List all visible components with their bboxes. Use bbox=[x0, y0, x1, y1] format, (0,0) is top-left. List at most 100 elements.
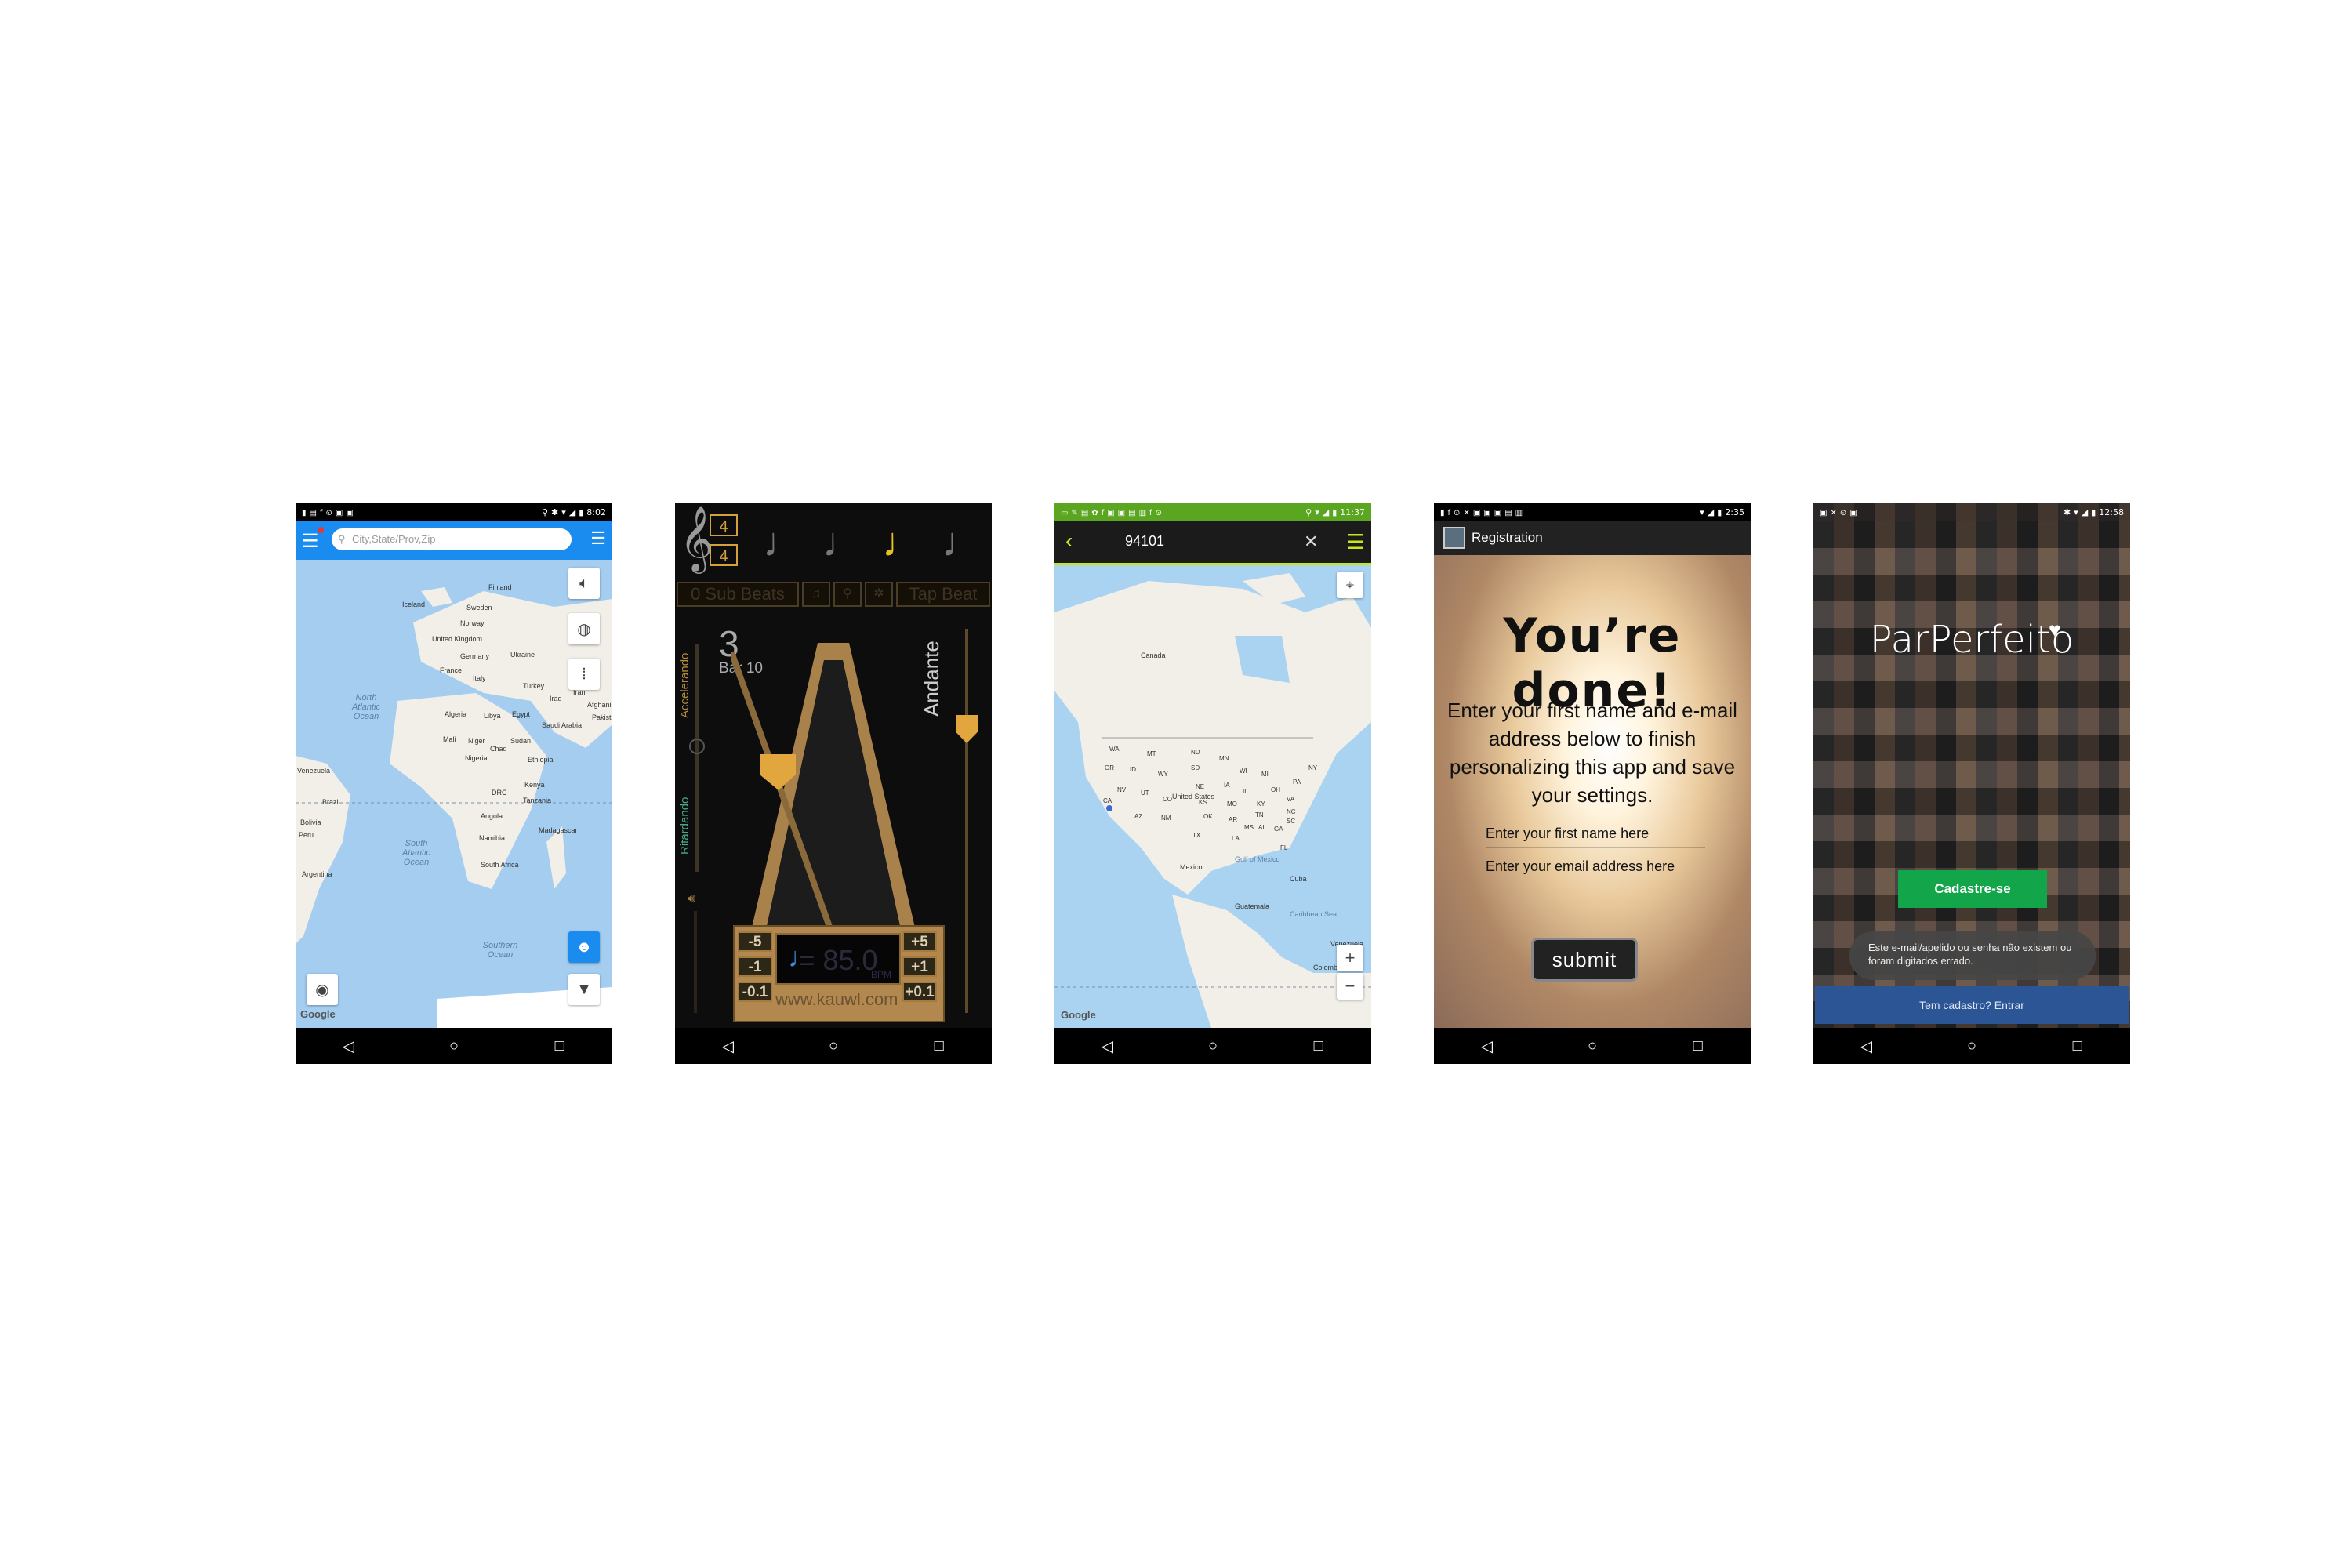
status-bar: ▣ ✕ ⊙ ▣ ✱ ▾ ◢ ▮ 12:58 bbox=[1813, 503, 2130, 521]
home-icon[interactable]: ○ bbox=[1948, 1037, 1995, 1055]
volume-icon[interactable]: 🔊︎ bbox=[688, 892, 695, 906]
home-icon[interactable]: ○ bbox=[810, 1037, 857, 1055]
first-name-field[interactable]: Enter your first name here bbox=[1486, 820, 1705, 848]
label-saudi-arabia: Saudi Arabia bbox=[542, 721, 583, 729]
minus-1-button[interactable]: -1 bbox=[738, 956, 772, 977]
tempo-change-track[interactable] bbox=[695, 644, 699, 872]
label-state-il: IL bbox=[1243, 788, 1248, 795]
beat-note-3-icon[interactable]: ♩ bbox=[882, 519, 923, 566]
zip-search-input[interactable]: 94101 bbox=[1125, 533, 1164, 550]
recents-icon[interactable]: □ bbox=[1675, 1037, 1722, 1055]
bpm-unit: BPM bbox=[870, 969, 891, 980]
location-marker[interactable] bbox=[1106, 805, 1112, 811]
tempo-change-knob[interactable] bbox=[689, 739, 705, 754]
hamburger-menu-icon[interactable]: ☰ bbox=[302, 530, 319, 553]
email-field[interactable]: Enter your email address here bbox=[1486, 853, 1705, 880]
tempo-slider-thumb[interactable] bbox=[956, 715, 978, 743]
plus-1-button[interactable]: +1 bbox=[902, 956, 937, 977]
label-iceland: Iceland bbox=[402, 601, 426, 608]
label-state-nm: NM bbox=[1161, 815, 1171, 822]
home-icon[interactable]: ○ bbox=[1189, 1037, 1236, 1055]
brand-logo: ParPerfeito bbox=[1869, 618, 2074, 662]
label-peru: Peru bbox=[299, 831, 314, 839]
label-state-mo: MO bbox=[1227, 800, 1237, 808]
plus-0-1-button[interactable]: +0.1 bbox=[902, 982, 937, 1002]
list-view-icon[interactable]: ☰ bbox=[1347, 530, 1365, 554]
tap-beat-button[interactable]: Tap Beat bbox=[896, 582, 990, 607]
filter-icon[interactable]: ▼ bbox=[568, 974, 600, 1005]
label-chad: Chad bbox=[490, 745, 507, 753]
list-view-icon[interactable]: ☰ bbox=[590, 528, 606, 549]
label-gulf-of-mexico: Gulf of Mexico bbox=[1235, 855, 1280, 863]
label-sudan: Sudan bbox=[510, 737, 532, 745]
recents-icon[interactable]: □ bbox=[2054, 1037, 2101, 1055]
pendulum-icon[interactable]: ⚲ bbox=[833, 582, 862, 607]
minus-5-button[interactable]: -5 bbox=[738, 931, 772, 952]
home-icon[interactable]: ○ bbox=[1569, 1037, 1616, 1055]
bpm-display: ♩ = 85.0 BPM bbox=[775, 933, 901, 985]
clear-icon[interactable]: ✕ bbox=[1304, 532, 1318, 552]
label-state-fl: FL bbox=[1280, 844, 1288, 851]
tempo-slider-track[interactable] bbox=[965, 629, 968, 1013]
sub-beats-button[interactable]: 0 Sub Beats bbox=[677, 582, 799, 607]
back-icon[interactable]: ◁ bbox=[1842, 1036, 1889, 1056]
plus-5-button[interactable]: +5 bbox=[902, 931, 937, 952]
android-nav-bar: ◁ ○ □ bbox=[1054, 1028, 1371, 1064]
label-state-mt: MT bbox=[1147, 750, 1156, 757]
traffic-light-icon[interactable]: ⦙ bbox=[568, 659, 600, 690]
time-signature-top[interactable]: 4 bbox=[710, 514, 738, 536]
back-icon[interactable]: ◁ bbox=[1083, 1036, 1131, 1056]
label-turkey: Turkey bbox=[523, 682, 545, 690]
zoom-out-button[interactable]: − bbox=[1337, 973, 1363, 1000]
recents-icon[interactable]: □ bbox=[1295, 1037, 1342, 1055]
status-time: 12:58 bbox=[2099, 507, 2124, 517]
status-time: 2:35 bbox=[1725, 507, 1744, 517]
zoom-in-button[interactable]: + bbox=[1337, 945, 1363, 971]
north-america-map[interactable]: Canada United States Mexico Gulf of Mexi… bbox=[1054, 565, 1371, 1028]
minus-0-1-button[interactable]: -0.1 bbox=[738, 982, 772, 1002]
search-icon: ⚲ bbox=[338, 533, 346, 545]
label-state-ne: NE bbox=[1196, 783, 1205, 790]
label-drc: DRC bbox=[492, 789, 507, 797]
back-icon[interactable]: ◁ bbox=[704, 1036, 751, 1056]
label-southern-ocean: Southern Ocean bbox=[482, 941, 518, 960]
label-south-africa: South Africa bbox=[481, 861, 519, 869]
label-germany: Germany bbox=[460, 652, 490, 660]
google-logo: Google bbox=[1061, 1009, 1096, 1021]
label-state-ok: OK bbox=[1203, 813, 1213, 820]
beat-note-1-icon[interactable]: ♩ bbox=[763, 519, 804, 566]
time-signature-bottom[interactable]: 4 bbox=[710, 544, 738, 566]
login-link[interactable]: Tem cadastro? Entrar bbox=[1815, 986, 2129, 1024]
phone-registration: ▮ f ⊙ ✕ ▣ ▣ ▣ ▤ ▥ ▾ ◢ ▮ 2:35 Registration You’re do… bbox=[1434, 503, 1751, 1064]
recents-icon[interactable]: □ bbox=[536, 1037, 583, 1055]
label-state-oh: OH bbox=[1271, 786, 1280, 793]
back-icon[interactable]: ◁ bbox=[1463, 1036, 1510, 1056]
person-icon[interactable]: ☻ bbox=[568, 931, 600, 963]
sound-icon[interactable]: ♫ bbox=[802, 582, 830, 607]
speaker-icon[interactable]: 🔈︎ bbox=[568, 568, 600, 599]
location-search-input[interactable]: ⚲ City,State/Prov,Zip bbox=[332, 528, 572, 550]
my-location-icon[interactable]: ⌖ bbox=[1337, 572, 1363, 598]
signup-button[interactable]: Cadastre-se bbox=[1898, 870, 2047, 908]
world-map[interactable]: North Atlantic Ocean South Atlantic Ocea… bbox=[296, 560, 612, 1028]
label-state-sc: SC bbox=[1287, 818, 1296, 825]
bpm-value: 85.0 bbox=[822, 944, 878, 976]
error-toast: Este e-mail/apelido ou senha não existem… bbox=[1849, 931, 2096, 980]
back-arrow-icon[interactable]: ‹ bbox=[1065, 528, 1073, 554]
lens-icon[interactable]: ◉ bbox=[307, 974, 338, 1005]
status-right: ✱ ▾ ◢ ▮ 12:58 bbox=[2063, 507, 2124, 517]
globe-icon[interactable]: ◍ bbox=[568, 613, 600, 644]
volume-track[interactable] bbox=[694, 911, 697, 1013]
label-afghanistan: Afghanistan bbox=[587, 701, 612, 709]
notification-icons: ▭ ✎ ▤ ✿ f ▣ ▣ ▤ ▥ f ⊙ bbox=[1061, 509, 1162, 517]
label-state-al: AL bbox=[1258, 824, 1266, 831]
back-icon[interactable]: ◁ bbox=[325, 1036, 372, 1056]
home-icon[interactable]: ○ bbox=[430, 1037, 477, 1055]
beat-note-4-icon[interactable]: ♩ bbox=[942, 519, 982, 566]
recents-icon[interactable]: □ bbox=[916, 1037, 963, 1055]
label-mexico: Mexico bbox=[1180, 863, 1203, 871]
label-bolivia: Bolivia bbox=[300, 818, 321, 826]
beat-note-2-icon[interactable]: ♩ bbox=[822, 519, 863, 566]
settings-icon[interactable]: ✲ bbox=[865, 582, 893, 607]
submit-button[interactable]: submit bbox=[1531, 938, 1638, 982]
